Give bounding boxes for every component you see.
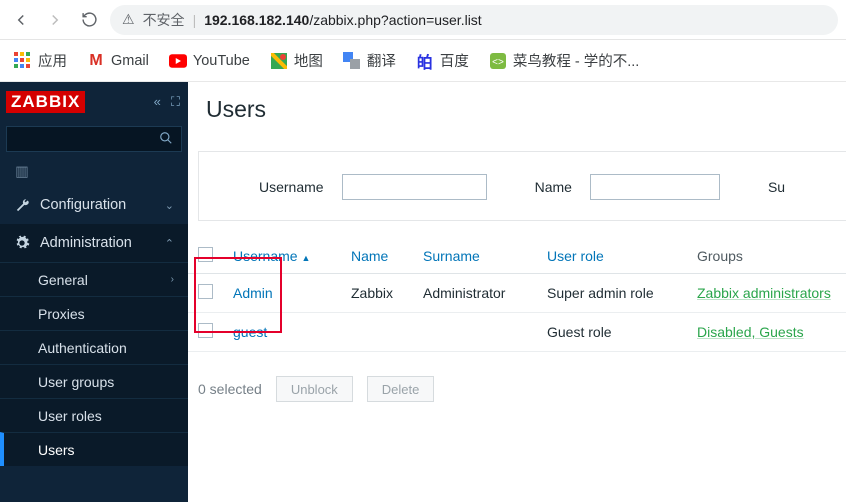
sidebar-sub-authentication[interactable]: Authentication [0, 330, 188, 364]
filter-username-label: Username [259, 179, 324, 195]
bookmark-youtube[interactable]: YouTube [169, 52, 250, 70]
bookmarks-bar: 应用 M Gmail YouTube 地图 翻译 㿟 百度 <> 菜鸟教程 - … [0, 40, 846, 82]
sidebar-item-configuration[interactable]: Configuration ⌄ [0, 186, 188, 224]
bookmark-maps[interactable]: 地图 [270, 50, 323, 71]
sidebar-fullscreen-icon[interactable]: ⛶ [171, 94, 180, 110]
col-user-role[interactable]: User role [537, 239, 687, 274]
table-row: Admin Zabbix Administrator Super admin r… [188, 274, 846, 313]
users-table: Username ▲ Name Surname User role Groups… [188, 239, 846, 352]
bookmark-translate[interactable]: 翻译 [343, 50, 396, 71]
sidebar-search[interactable] [6, 126, 182, 152]
table-row: guest Guest role Disabled, Guests [188, 313, 846, 352]
chevron-right-icon: › [171, 274, 174, 285]
filter-name-label: Name [535, 179, 572, 195]
sidebar-sub-proxies[interactable]: Proxies [0, 296, 188, 330]
apps-icon [14, 52, 32, 70]
sidebar-sub-general[interactable]: General› [0, 262, 188, 296]
svg-text:<>: <> [492, 57, 504, 68]
insecure-label: 不安全 [143, 10, 185, 30]
group-link[interactable]: Disabled, Guests [697, 324, 804, 340]
wrench-icon [14, 197, 30, 213]
bookmark-gmail[interactable]: M Gmail [87, 52, 149, 70]
sidebar-item-reports[interactable]: ▥ Reports [0, 158, 188, 186]
cell-role: Guest role [537, 313, 687, 352]
row-checkbox[interactable] [198, 323, 213, 338]
row-checkbox[interactable] [198, 284, 213, 299]
baidu-icon: 㿟 [416, 52, 434, 70]
url-host: 192.168.182.140 [204, 12, 309, 28]
insecure-icon: ⚠ [122, 11, 135, 28]
cell-name: Zabbix [341, 274, 413, 313]
cell-surname: Administrator [413, 274, 537, 313]
unblock-button[interactable]: Unblock [276, 376, 353, 402]
sidebar-item-administration[interactable]: Administration ⌃ [0, 224, 188, 262]
filter-surname-label: Su [768, 179, 785, 195]
filter-bar: Username Name Su [198, 151, 846, 221]
col-name[interactable]: Name [341, 239, 413, 274]
logo[interactable]: ZABBIX [6, 91, 85, 113]
sidebar-sub-user-roles[interactable]: User roles [0, 398, 188, 432]
nav-back-button[interactable] [8, 7, 34, 33]
sidebar-sub-user-groups[interactable]: User groups [0, 364, 188, 398]
user-link-guest[interactable]: guest [233, 324, 267, 340]
address-bar[interactable]: ⚠ 不安全 | 192.168.182.140/zabbix.php?actio… [110, 5, 838, 35]
filter-username-input[interactable] [342, 174, 487, 200]
table-footer: 0 selected Unblock Delete [188, 362, 846, 416]
page-title: Users [188, 82, 846, 137]
user-link-admin[interactable]: Admin [233, 285, 273, 301]
bookmark-baidu[interactable]: 㿟 百度 [416, 50, 469, 71]
runoob-icon: <> [489, 52, 507, 70]
cell-role: Super admin role [537, 274, 687, 313]
translate-icon [343, 52, 361, 70]
sidebar-sub-users[interactable]: Users [0, 432, 188, 466]
url-path: /zabbix.php?action=user.list [309, 12, 481, 28]
chevron-down-icon: ⌄ [165, 199, 174, 212]
youtube-icon [169, 52, 187, 70]
bookmark-runoob[interactable]: <> 菜鸟教程 - 学的不... [489, 50, 639, 71]
delete-button[interactable]: Delete [367, 376, 435, 402]
col-username[interactable]: Username ▲ [223, 239, 341, 274]
gmail-icon: M [87, 52, 105, 70]
maps-icon [270, 52, 288, 70]
sidebar-item-label: Administration [40, 235, 132, 251]
sidebar-item-label: Configuration [40, 197, 126, 213]
select-all-checkbox[interactable] [198, 247, 213, 262]
bookmark-apps[interactable]: 应用 [14, 50, 67, 71]
sort-asc-icon: ▲ [301, 253, 310, 263]
main-content: Users Username Name Su Username ▲ Name S… [188, 82, 846, 502]
filter-name-input[interactable] [590, 174, 720, 200]
sidebar-collapse-icon[interactable]: « [154, 94, 161, 110]
group-link[interactable]: Zabbix administrators [697, 285, 831, 301]
chevron-up-icon: ⌃ [165, 237, 174, 250]
col-surname[interactable]: Surname [413, 239, 537, 274]
search-icon [159, 131, 173, 148]
reports-icon: ▥ [14, 164, 30, 180]
gear-icon [14, 235, 30, 251]
cell-name [341, 313, 413, 352]
selected-count: 0 selected [198, 381, 262, 397]
nav-forward-button[interactable] [42, 7, 68, 33]
sidebar: ZABBIX « ⛶ ▥ Reports Configuration ⌄ Adm… [0, 82, 188, 502]
cell-surname [413, 313, 537, 352]
col-groups: Groups [687, 239, 846, 274]
nav-reload-button[interactable] [76, 7, 102, 33]
